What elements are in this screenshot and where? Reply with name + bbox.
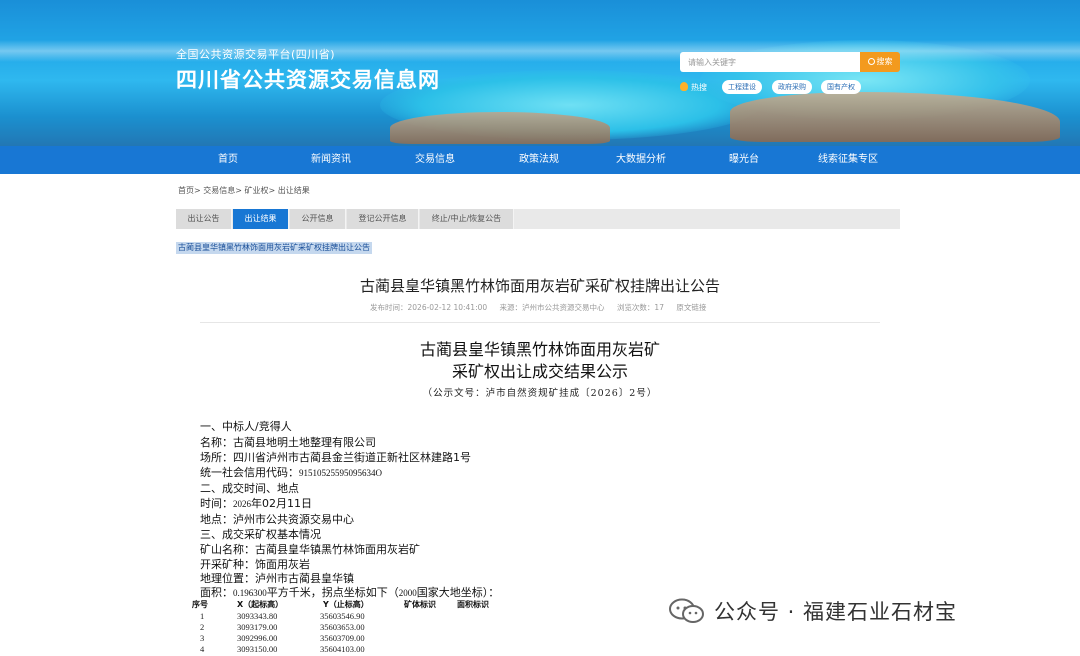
table-header-y: Y（止标高） <box>323 600 369 609</box>
table-cell: 1 <box>200 611 205 621</box>
tab-transfer-notice[interactable]: 出让公告 <box>176 209 232 229</box>
site-title[interactable]: 四川省公共资源交易信息网 <box>176 64 440 94</box>
article-meta: 发布时间：2026-02-12 10:41:00 来源：泸州市公共资源交易中心 … <box>370 302 716 313</box>
publish-time: 发布时间：2026-02-12 10:41:00 <box>370 303 488 312</box>
hot-search-label: 热搜 <box>680 82 707 93</box>
search-icon <box>867 58 875 65</box>
winner-name: 名称：古蔺县地明土地整理有限公司 <box>200 436 376 449</box>
hot-tag[interactable]: 国有产权 <box>821 80 861 94</box>
deal-place: 地点：泸州市公共资源交易中心 <box>200 513 354 526</box>
hot-tag[interactable]: 政府采购 <box>772 80 812 94</box>
table-cell: 3 <box>200 633 205 643</box>
banner-scenery <box>730 92 1060 142</box>
table-header-x: X（起标高） <box>237 600 284 609</box>
credit-code-value: 91510525595095634O <box>299 468 382 478</box>
table-cell: 4 <box>200 644 205 654</box>
wechat-icon <box>669 598 704 623</box>
nav-item-trade[interactable]: 交易信息 <box>385 146 485 174</box>
article-title: 古蔺县皇华镇黑竹林饰面用灰岩矿采矿权挂牌出让公告 <box>359 277 720 295</box>
nav-item-news[interactable]: 新闻资讯 <box>281 146 381 174</box>
tab-public-info[interactable]: 公开信息 <box>290 209 346 229</box>
deal-time: 时间：2026年02月11日 <box>200 497 312 510</box>
nav-item-exposure[interactable]: 曝光台 <box>694 146 794 174</box>
nav-item-policy[interactable]: 政策法规 <box>489 146 589 174</box>
mine-area: 面积：0.196300平方千米，拐点坐标如下（2000国家大地坐标）： <box>200 586 500 599</box>
table-header-area: 面积标识 <box>457 600 489 609</box>
tab-transfer-result[interactable]: 出让结果 <box>233 209 289 229</box>
credit-code: 统一社会信用代码：91510525595095634O <box>200 466 382 479</box>
document-title-line1: 古蔺县皇华镇黑竹林饰面用灰岩矿 <box>419 340 660 359</box>
breadcrumb[interactable]: 首页> 交易信息> 矿业权> 出让结果 <box>178 185 310 196</box>
original-link[interactable]: 原文链接 <box>676 303 706 312</box>
winner-address: 场所：四川省泸州市古蔺县金兰街道正新社区林建路1号 <box>200 451 471 464</box>
divider <box>200 322 880 323</box>
header-banner <box>0 0 1080 146</box>
section-heading: 一、中标人/竞得人 <box>200 420 292 433</box>
table-cell: 2 <box>200 622 205 632</box>
document-number: （公示文号：泸市自然资规矿挂成〔2026〕2号） <box>422 388 658 399</box>
fire-icon <box>680 82 688 91</box>
search-input[interactable]: 请输入关键字 <box>680 52 860 72</box>
nav-item-clues[interactable]: 线索征集专区 <box>798 146 898 174</box>
site-subtitle: 全国公共资源交易平台(四川省) <box>176 48 336 61</box>
table-header-orebody: 矿体标识 <box>404 600 436 609</box>
mine-name: 矿山名称：古蔺县皇华镇黑竹林饰面用灰岩矿 <box>200 543 420 556</box>
search-button[interactable]: 搜索 <box>860 52 900 72</box>
table-cell: 3092996.00 <box>237 633 278 643</box>
hot-tag[interactable]: 工程建设 <box>722 80 762 94</box>
table-header-index: 序号 <box>192 600 208 609</box>
table-cell: 35603546.90 <box>320 611 365 621</box>
search-button-label: 搜索 <box>876 57 893 66</box>
section-heading: 二、成交时间、地点 <box>200 482 299 495</box>
tab-termination-notice[interactable]: 终止/中止/恢复公告 <box>420 209 514 229</box>
banner-scenery <box>390 112 610 144</box>
selected-notice-link[interactable]: 古蔺县皇华镇黑竹林饰面用灰岩矿采矿权挂牌出让公告 <box>176 242 372 254</box>
nav-item-home[interactable]: 首页 <box>178 146 278 174</box>
section-heading: 三、成交采矿权基本情况 <box>200 528 321 541</box>
table-cell: 35604103.00 <box>320 644 365 654</box>
article-source: 来源：泸州市公共资源交易中心 <box>499 303 605 312</box>
nav-item-bigdata[interactable]: 大数据分析 <box>591 146 691 174</box>
document-title-line2: 采矿权出让成交结果公示 <box>451 362 628 381</box>
table-cell: 3093150.00 <box>237 644 278 654</box>
table-cell: 35603709.00 <box>320 633 365 643</box>
table-cell: 3093179.00 <box>237 622 278 632</box>
table-cell: 3093343.80 <box>237 611 278 621</box>
watermark-text: 公众号 · 福建石业石材宝 <box>714 600 958 624</box>
banner-scenery <box>0 40 1080 62</box>
tab-registration-info[interactable]: 登记公开信息 <box>347 209 419 229</box>
table-cell: 35603653.00 <box>320 622 365 632</box>
view-count: 浏览次数：17 <box>616 303 664 312</box>
